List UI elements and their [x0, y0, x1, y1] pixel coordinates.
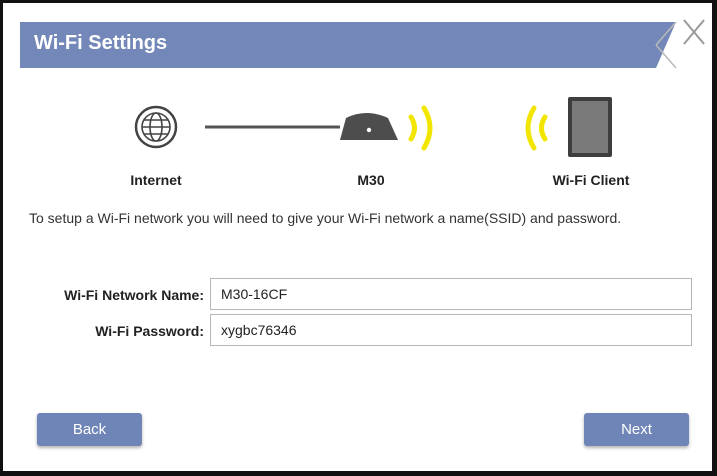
- client-label: Wi-Fi Client: [552, 172, 630, 188]
- internet-label: Internet: [130, 172, 182, 188]
- globe-icon: [134, 105, 178, 149]
- network-name-label: Wi-Fi Network Name:: [64, 287, 204, 303]
- wifi-signal-icon: [408, 105, 433, 151]
- network-diagram: [134, 97, 612, 157]
- password-input[interactable]: [210, 314, 692, 346]
- setup-description: To setup a Wi-Fi network you will need t…: [29, 210, 622, 226]
- password-label: Wi-Fi Password:: [95, 323, 204, 339]
- wifi-signal-icon: [525, 105, 548, 151]
- device-label: M30: [357, 172, 385, 188]
- router-icon: [340, 113, 398, 140]
- next-button[interactable]: Next: [584, 413, 689, 446]
- network-name-input[interactable]: [210, 278, 692, 310]
- tablet-icon: [568, 97, 612, 157]
- back-button[interactable]: Back: [37, 413, 142, 446]
